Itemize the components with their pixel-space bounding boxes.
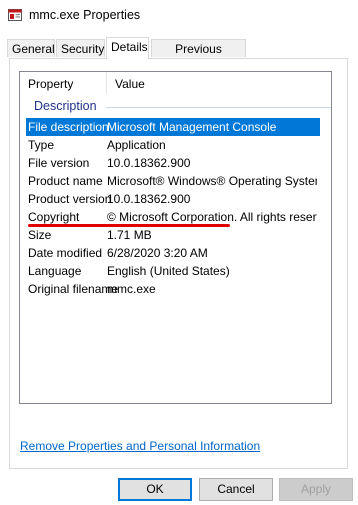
property-value: Microsoft Management Console bbox=[107, 120, 277, 134]
property-name: Type bbox=[28, 138, 55, 152]
tab-security[interactable]: Security bbox=[56, 39, 105, 57]
cancel-button[interactable]: Cancel bbox=[199, 478, 273, 501]
property-name: Product version bbox=[28, 192, 112, 206]
title-bar: mmc.exe Properties bbox=[0, 0, 358, 33]
column-header-property[interactable]: Property bbox=[28, 77, 73, 91]
apply-button[interactable]: Apply bbox=[279, 478, 353, 501]
property-value: mmc.exe bbox=[107, 282, 156, 296]
list-item[interactable]: Size 1.71 MB bbox=[26, 226, 320, 244]
property-value: 10.0.18362.900 bbox=[107, 192, 191, 206]
annotation-underline bbox=[28, 224, 230, 227]
tab-details[interactable]: Details bbox=[106, 37, 149, 59]
property-value: English (United States) bbox=[107, 264, 230, 278]
tab-general[interactable]: General bbox=[7, 39, 55, 57]
column-header-value[interactable]: Value bbox=[115, 77, 145, 91]
tab-previous-versions[interactable]: Previous Versions bbox=[151, 39, 246, 74]
list-header: Property Value bbox=[20, 72, 331, 94]
window-title: mmc.exe Properties bbox=[29, 8, 141, 22]
property-name: Product name bbox=[28, 174, 103, 188]
remove-properties-link[interactable]: Remove Properties and Personal Informati… bbox=[20, 439, 260, 453]
list-item[interactable]: File description Microsoft Management Co… bbox=[26, 118, 320, 136]
list-item[interactable]: Type Application bbox=[26, 136, 320, 154]
list-item[interactable]: Date modified 6/28/2020 3:20 AM bbox=[26, 244, 320, 262]
list-item[interactable]: File version 10.0.18362.900 bbox=[26, 154, 320, 172]
property-value: 10.0.18362.900 bbox=[107, 156, 191, 170]
mmc-app-icon bbox=[8, 9, 22, 21]
list-item[interactable]: Original filename mmc.exe bbox=[26, 280, 320, 298]
column-divider[interactable] bbox=[106, 72, 107, 94]
property-name: File version bbox=[28, 156, 90, 170]
list-item[interactable]: Product version 10.0.18362.900 bbox=[26, 190, 320, 208]
group-divider bbox=[106, 107, 331, 108]
property-name: Size bbox=[28, 228, 52, 242]
list-item[interactable]: Language English (United States) bbox=[26, 262, 320, 280]
ok-button[interactable]: OK bbox=[118, 478, 192, 501]
list-item[interactable]: Product name Microsoft® Windows® Operati… bbox=[26, 172, 320, 190]
group-label: Description bbox=[34, 99, 97, 113]
group-header: Description bbox=[26, 98, 331, 116]
property-value: 1.71 MB bbox=[107, 228, 152, 242]
property-name: File description bbox=[28, 120, 109, 134]
property-name: Date modified bbox=[28, 246, 103, 260]
property-value: 6/28/2020 3:20 AM bbox=[107, 246, 208, 260]
property-value: Application bbox=[107, 138, 166, 152]
property-name: Language bbox=[28, 264, 82, 278]
details-list[interactable]: Property Value Description File descript… bbox=[19, 71, 332, 404]
property-value: Microsoft® Windows® Operating System bbox=[107, 174, 317, 188]
property-name: Original filename bbox=[28, 282, 119, 296]
